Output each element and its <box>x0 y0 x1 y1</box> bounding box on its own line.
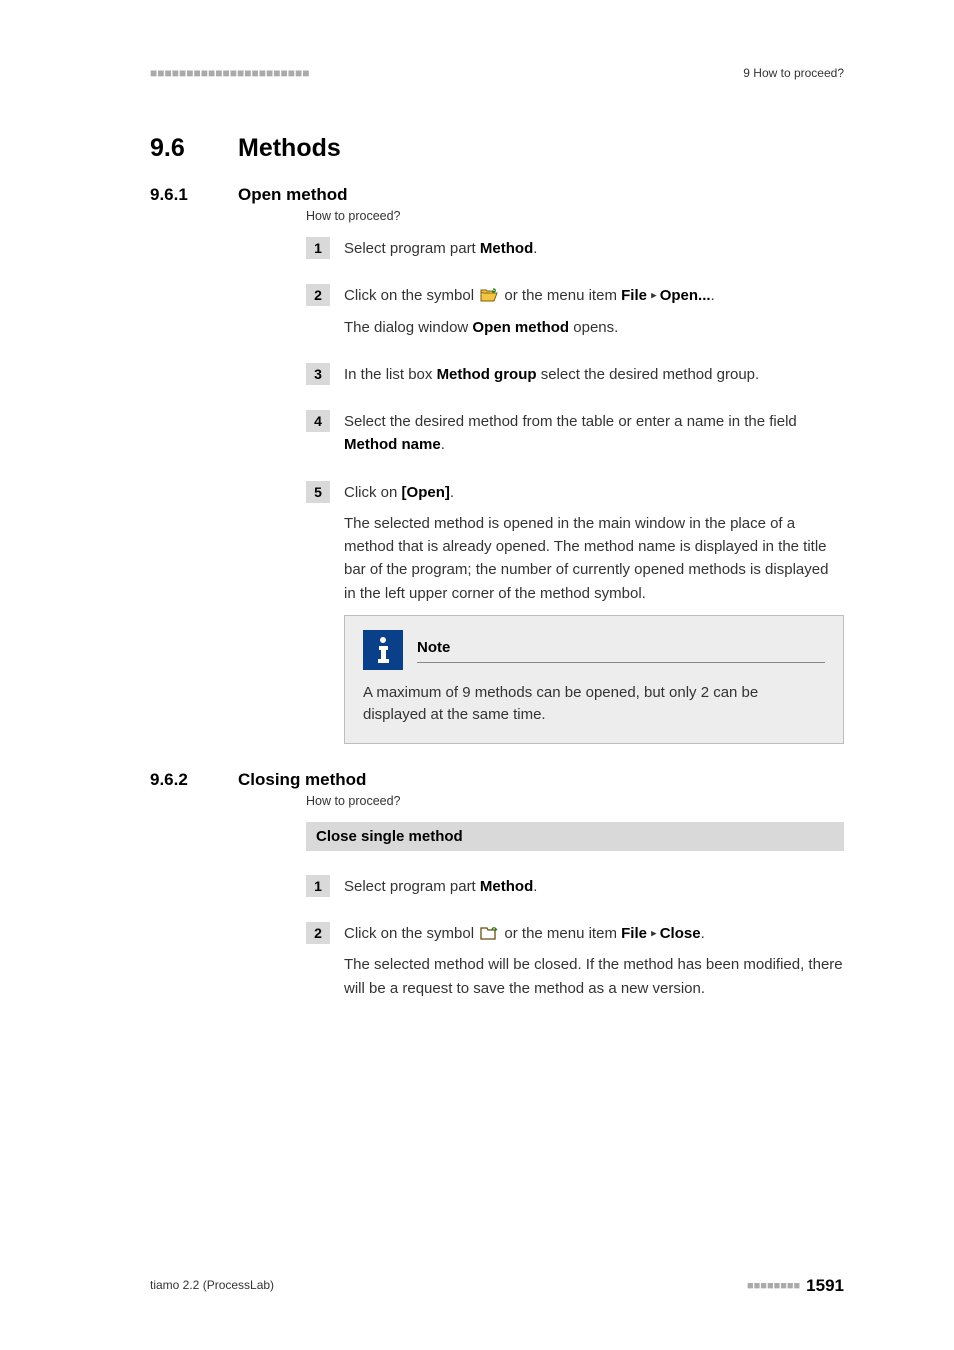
step-body: Click on [Open]. The selected method is … <box>344 481 844 744</box>
subsection-heading-2: 9.6.2 Closing method <box>150 770 844 790</box>
page-header: ■■■■■■■■■■■■■■■■■■■■■■ 9 How to proceed? <box>150 66 844 80</box>
subsection-number-2: 9.6.2 <box>150 770 238 790</box>
footer-ticks: ■■■■■■■■ <box>747 1280 800 1292</box>
step-body: Select program part Method. <box>344 237 537 260</box>
text: or the menu item <box>504 925 621 942</box>
step-number: 1 <box>306 237 330 259</box>
text: Select program part <box>344 878 480 895</box>
open-folder-icon <box>480 288 498 303</box>
menu-open: Open... <box>660 287 711 304</box>
menu-file: File <box>621 287 647 304</box>
footer-right: ■■■■■■■■ 1591 <box>747 1276 844 1296</box>
bold-method: Method <box>480 878 533 895</box>
step-2-2: 2 Click on the symbol or the menu item F… <box>306 922 844 1000</box>
subsection-hint-1: How to proceed? <box>306 209 844 223</box>
subsection-title-2: Closing method <box>238 770 366 790</box>
bold-method-name: Method name <box>344 436 441 453</box>
subsection-hint-2: How to proceed? <box>306 794 844 808</box>
dialog-name: Open method <box>472 319 569 336</box>
text: In the list box <box>344 366 437 383</box>
text: select the desired method group. <box>537 366 760 383</box>
section-number: 9.6 <box>150 134 238 163</box>
text: . <box>533 240 537 257</box>
step-number: 3 <box>306 363 330 385</box>
step-1-3: 3 In the list box Method group select th… <box>306 363 844 386</box>
step-1-1: 1 Select program part Method. <box>306 237 844 260</box>
footer-product: tiamo 2.2 (ProcessLab) <box>150 1278 274 1292</box>
header-section-label: 9 How to proceed? <box>743 66 844 80</box>
footer-page-number: 1591 <box>806 1276 844 1296</box>
step-1-5: 5 Click on [Open]. The selected method i… <box>306 481 844 744</box>
step-2-1: 1 Select program part Method. <box>306 875 844 898</box>
menu-separator-icon: ▸ <box>651 928 660 940</box>
header-ticks-left: ■■■■■■■■■■■■■■■■■■■■■■ <box>150 66 309 80</box>
text: . <box>441 436 445 453</box>
text: Click on <box>344 484 402 501</box>
note-head: Note <box>363 630 825 670</box>
step-body: In the list box Method group select the … <box>344 363 759 386</box>
step-body: Select the desired method from the table… <box>344 410 844 457</box>
step-body: Click on the symbol or the menu item Fil… <box>344 922 844 1000</box>
text: . <box>711 287 715 304</box>
page-footer: tiamo 2.2 (ProcessLab) ■■■■■■■■ 1591 <box>150 1276 844 1296</box>
step-body: Select program part Method. <box>344 875 537 898</box>
close-folder-icon <box>480 926 498 941</box>
subsection-heading-1: 9.6.1 Open method <box>150 185 844 205</box>
page: ■■■■■■■■■■■■■■■■■■■■■■ 9 How to proceed?… <box>0 0 954 1350</box>
text: . <box>450 484 454 501</box>
step-1-4: 4 Select the desired method from the tab… <box>306 410 844 457</box>
subsection-title-1: Open method <box>238 185 348 205</box>
text: opens. <box>569 319 618 336</box>
step-number: 5 <box>306 481 330 503</box>
note-label-wrap: Note <box>417 636 825 663</box>
note-box: Note A maximum of 9 methods can be opene… <box>344 615 844 744</box>
menu-separator-icon: ▸ <box>651 290 660 302</box>
step-body: Click on the symbol or the menu item Fil… <box>344 284 715 339</box>
note-text: A maximum of 9 methods can be opened, bu… <box>363 682 825 727</box>
text: Select program part <box>344 240 480 257</box>
note-label: Note <box>417 636 825 663</box>
bold-method-group: Method group <box>437 366 537 383</box>
section-heading: 9.6 Methods <box>150 134 844 163</box>
menu-file: File <box>621 925 647 942</box>
text: . <box>533 878 537 895</box>
text: The dialog window <box>344 319 472 336</box>
text: Click on the symbol <box>344 287 478 304</box>
step-number: 2 <box>306 922 330 944</box>
step-1-2: 2 Click on the symbol or the menu item F… <box>306 284 844 339</box>
paragraph: The selected method will be closed. If t… <box>344 953 844 1000</box>
bold-method: Method <box>480 240 533 257</box>
menu-close: Close <box>660 925 701 942</box>
step-number: 1 <box>306 875 330 897</box>
section-title: Methods <box>238 134 341 163</box>
step-number: 4 <box>306 410 330 432</box>
bold-open-button: [Open] <box>402 484 450 501</box>
paragraph: The selected method is opened in the mai… <box>344 512 844 605</box>
text: Select the desired method from the table… <box>344 413 797 430</box>
text: or the menu item <box>504 287 621 304</box>
text: Click on the symbol <box>344 925 478 942</box>
step-number: 2 <box>306 284 330 306</box>
procedure-header: Close single method <box>306 822 844 851</box>
text: . <box>701 925 705 942</box>
subsection-number-1: 9.6.1 <box>150 185 238 205</box>
info-icon <box>363 630 403 670</box>
